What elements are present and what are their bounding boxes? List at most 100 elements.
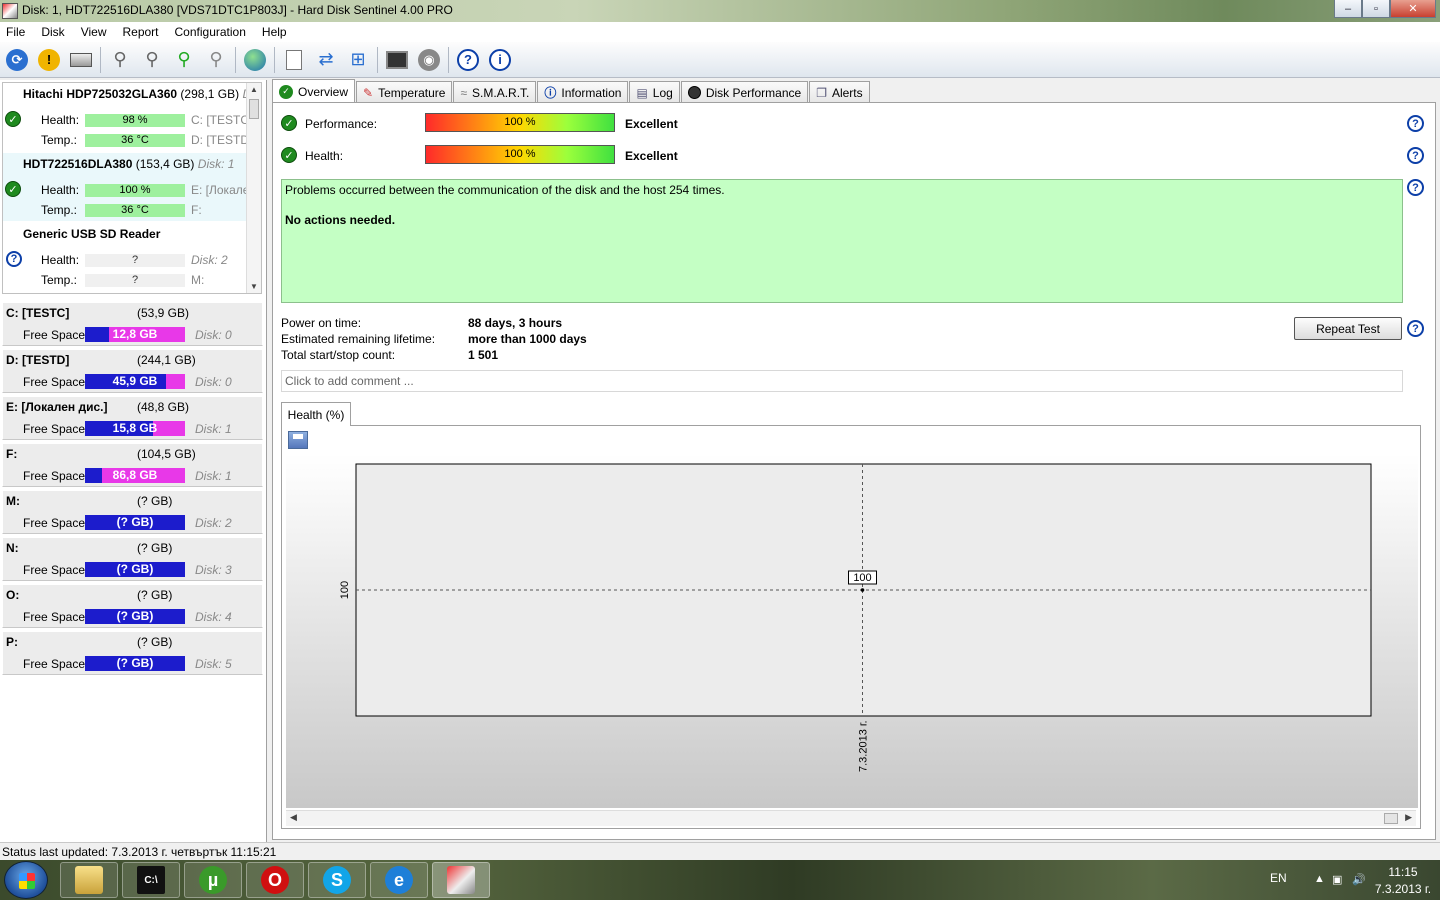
language-indicator[interactable]: EN <box>1270 871 1287 885</box>
tab-alerts[interactable]: ❐ Alerts <box>809 81 870 103</box>
partition-entry[interactable]: O: (? GB) Free Space (? GB) Disk: 4 <box>2 584 263 628</box>
scroll-down-icon[interactable]: ▼ <box>250 282 258 291</box>
thermometer-icon: ✎ <box>363 85 374 100</box>
disk-partition-ref: E: [Локале <box>191 183 250 197</box>
clock-time[interactable]: 11:15 <box>1378 865 1428 879</box>
partition-entry[interactable]: F: (104,5 GB) Free Space 86,8 GB Disk: 1 <box>2 443 263 487</box>
free-space-bar: (? GB) <box>85 562 185 577</box>
clock-date[interactable]: 7.3.2013 г. <box>1370 882 1436 896</box>
repeat-test-button[interactable]: Repeat Test <box>1294 317 1402 340</box>
explorer-icon[interactable] <box>60 862 118 898</box>
toolbar-separator <box>235 46 236 73</box>
free-space-bar: 86,8 GB <box>85 468 185 483</box>
tab-log[interactable]: ▤ Log <box>629 81 680 103</box>
disk-name: Hitachi HDP725032GLA360 <box>23 87 178 101</box>
network-icon[interactable]: ▣ <box>1332 873 1342 886</box>
volume-icon[interactable]: 🔊 <box>1352 873 1366 886</box>
title-bar[interactable]: Disk: 1, HDT722516DLA380 [VDS71DTC1P803J… <box>0 0 1440 22</box>
info-icon[interactable]: i <box>487 47 513 73</box>
report-icon[interactable] <box>281 47 307 73</box>
power-on-label: Power on time: <box>281 316 362 330</box>
free-space-label: Free Space <box>23 422 86 436</box>
scroll-left-icon[interactable]: ◀ <box>290 812 297 823</box>
help-icon[interactable]: ? <box>1407 115 1424 132</box>
free-space-bar: (? GB) <box>85 515 185 530</box>
help-icon[interactable]: ? <box>455 47 481 73</box>
network-disk-2-icon[interactable]: ⚲ <box>139 47 165 73</box>
tab-temperature[interactable]: ✎ Temperature <box>356 81 453 103</box>
refresh-icon[interactable]: ⟳ <box>4 47 30 73</box>
partition-size: (244,1 GB) <box>137 353 196 367</box>
speaker-icon[interactable]: ◉ <box>416 47 442 73</box>
tab-disk-performance[interactable]: Disk Performance <box>680 81 809 103</box>
disk-entry[interactable]: Hitachi HDP725032GLA360 (298,1 GB) D ✓ H… <box>3 83 252 151</box>
disk-icon[interactable] <box>68 47 94 73</box>
maximize-button[interactable]: ▫ <box>1362 0 1390 18</box>
network-disk-remove-icon[interactable]: ⚲ <box>203 47 229 73</box>
disk-size: (298,1 GB) <box>180 87 240 101</box>
menu-disk[interactable]: Disk <box>41 25 64 39</box>
disk-entry[interactable]: Generic USB SD Reader ? Health: ? Disk: … <box>3 223 247 291</box>
menu-file[interactable]: File <box>6 25 25 39</box>
skype-icon[interactable]: S <box>308 862 366 898</box>
globe-icon[interactable] <box>242 47 268 73</box>
partition-name: C: [TESTC] <box>6 306 70 320</box>
partition-entry[interactable]: P: (? GB) Free Space (? GB) Disk: 5 <box>2 631 263 675</box>
hdsentinel-icon[interactable] <box>432 862 490 898</box>
alert-icon[interactable]: ! <box>36 47 62 73</box>
save-icon[interactable] <box>288 431 308 449</box>
tab-smart[interactable]: ≈ S.M.A.R.T. <box>453 81 537 103</box>
start-button[interactable] <box>4 861 48 899</box>
health-rating: Excellent <box>625 149 678 163</box>
console-icon[interactable]: C:\ <box>122 862 180 898</box>
health-bar: 100 % <box>425 145 615 164</box>
tray-expand-icon[interactable]: ▲ <box>1314 873 1325 885</box>
help-icon[interactable]: ? <box>1407 179 1424 196</box>
chart-horizontal-scrollbar[interactable]: ◀ ▶ <box>286 810 1416 826</box>
tab-information[interactable]: ⓘ Information <box>537 81 629 103</box>
scroll-thumb[interactable] <box>249 99 259 119</box>
network-disk-icon[interactable]: ⚲ <box>107 47 133 73</box>
close-button[interactable]: ✕ <box>1390 0 1436 18</box>
opera-icon[interactable]: O <box>246 862 304 898</box>
disk-partition-ref: Disk: 2 <box>191 253 228 267</box>
performance-bar: 100 % <box>425 113 615 132</box>
menu-configuration[interactable]: Configuration <box>175 25 246 39</box>
sync-icon[interactable]: ⇄ <box>313 47 339 73</box>
disk-list-scrollbar[interactable]: ▲ ▼ <box>246 83 261 293</box>
help-icon[interactable]: ? <box>1407 147 1424 164</box>
tab-label: Alerts <box>831 85 863 100</box>
menu-report[interactable]: Report <box>122 25 158 39</box>
status-message-box: Problems occurred between the communicat… <box>281 179 1403 303</box>
health-label: Health: <box>41 113 80 127</box>
check-icon: ✓ <box>279 84 293 99</box>
tab-overview[interactable]: ✓ Overview <box>272 79 356 103</box>
scroll-up-icon[interactable]: ▲ <box>250 85 258 94</box>
partition-entry[interactable]: M: (? GB) Free Space (? GB) Disk: 2 <box>2 490 263 534</box>
partition-entry[interactable]: E: [Локален дис.] (48,8 GB) Free Space 15,8… <box>2 396 263 440</box>
app-icon[interactable] <box>2 3 18 19</box>
disk-partition-ref: M: <box>191 273 205 287</box>
ie-icon[interactable]: e <box>370 862 428 898</box>
temp-bar: 36 °C <box>85 204 185 217</box>
scroll-right-icon[interactable]: ▶ <box>1405 812 1412 823</box>
monitor-icon[interactable] <box>384 47 410 73</box>
menu-view[interactable]: View <box>81 25 107 39</box>
tab-health-chart[interactable]: Health (%) <box>281 402 351 426</box>
partition-entry[interactable]: N: (? GB) Free Space (? GB) Disk: 3 <box>2 537 263 581</box>
partition-entry[interactable]: D: [TESTD] (244,1 GB) Free Space 45,9 GB Dis… <box>2 349 263 393</box>
scroll-thumb[interactable] <box>1384 813 1398 824</box>
disk-entry-selected[interactable]: HDT722516DLA380 (153,4 GB) Disk: 1 ✓ Hea… <box>3 153 250 221</box>
smart-icon: ≈ <box>460 85 468 100</box>
menu-help[interactable]: Help <box>262 25 287 39</box>
partition-size: (48,8 GB) <box>137 400 190 414</box>
minimize-button[interactable]: ‒ <box>1334 0 1362 18</box>
partition-entry[interactable]: C: [TESTC] (53,9 GB) Free Space 12,8 GB Disk… <box>2 302 263 346</box>
comment-field[interactable]: Click to add comment ... <box>281 370 1403 392</box>
utorrent-icon[interactable]: µ <box>184 862 242 898</box>
network-report-icon[interactable]: ⊞ <box>345 47 371 73</box>
help-icon[interactable]: ? <box>1407 320 1424 337</box>
free-space-value: (? GB) <box>116 515 154 529</box>
network-disk-add-icon[interactable]: ⚲ <box>171 47 197 73</box>
free-space-bar: (? GB) <box>85 609 185 624</box>
